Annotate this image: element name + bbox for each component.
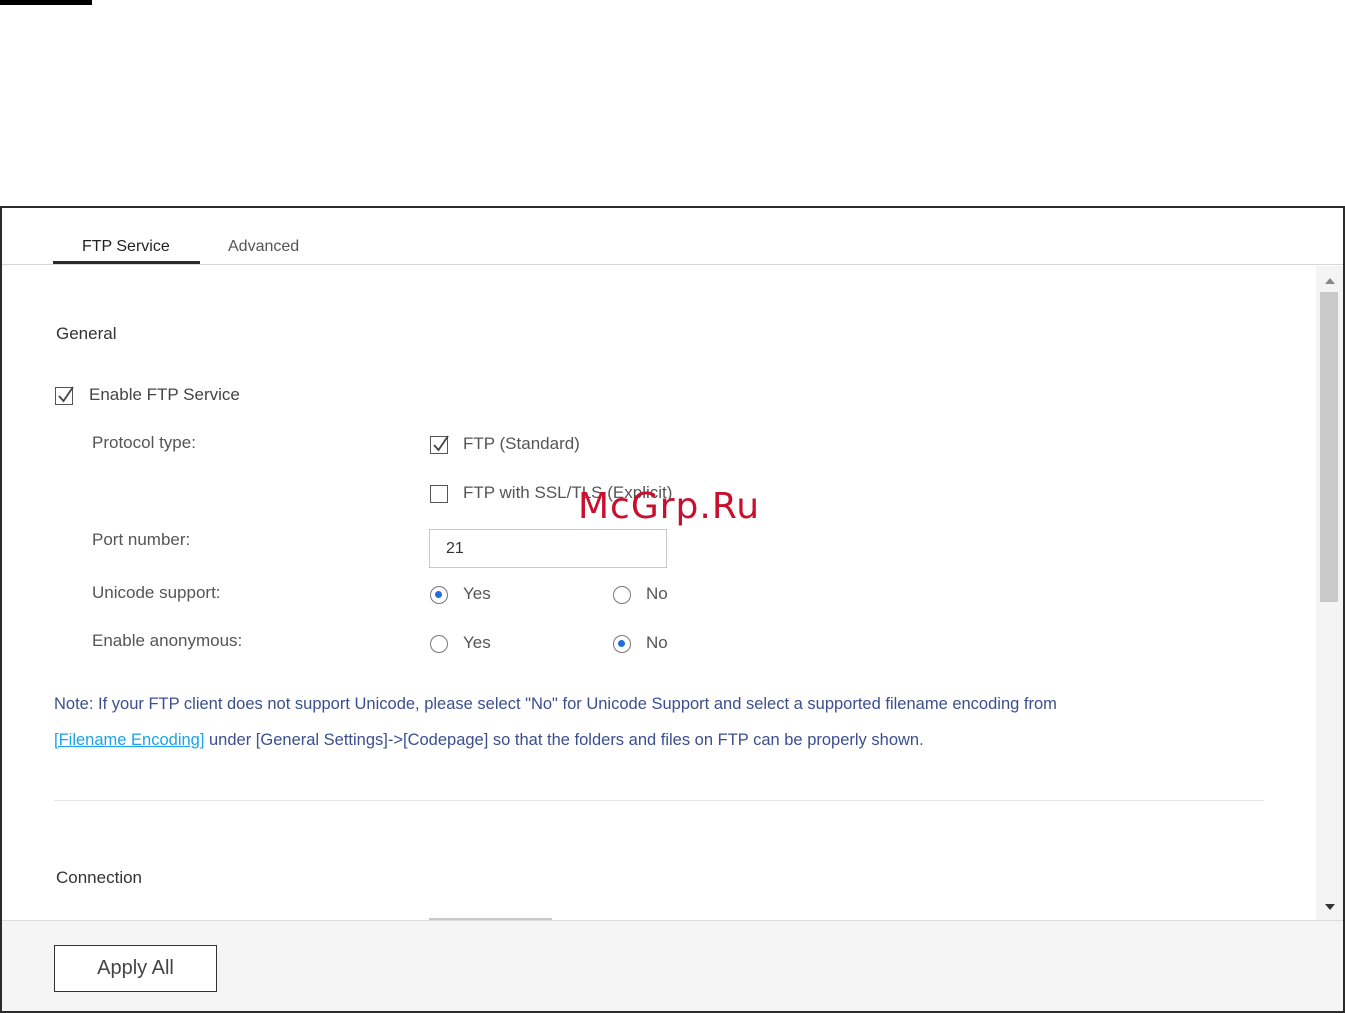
note-text-suffix: under [General Settings]->[Codepage] so …	[204, 731, 924, 749]
ftp-standard-label: FTP (Standard)	[463, 434, 580, 453]
radio-selected-dot	[618, 640, 625, 647]
footer-bar: Apply All	[2, 920, 1343, 1011]
radio-selected-dot	[435, 591, 442, 598]
tab-bar: FTP Service Advanced	[2, 208, 1343, 265]
ftp-ssl-tls-label: FTP with SSL/TLS (Explicit)	[463, 483, 673, 502]
unicode-no-label: No	[646, 584, 668, 603]
anonymous-no-radio[interactable]	[613, 635, 631, 653]
unicode-yes-radio[interactable]	[430, 586, 448, 604]
apply-all-button[interactable]: Apply All	[54, 945, 217, 992]
corner-mark	[0, 0, 92, 5]
ftp-ssl-tls-checkbox[interactable]	[430, 485, 448, 503]
enable-ftp-label: Enable FTP Service	[89, 385, 240, 404]
unicode-no-radio[interactable]	[613, 586, 631, 604]
anonymous-yes-label: Yes	[463, 633, 491, 652]
section-divider	[54, 800, 1264, 801]
unicode-yes-label: Yes	[463, 584, 491, 603]
anonymous-yes-radio[interactable]	[430, 635, 448, 653]
unicode-support-label: Unicode support:	[92, 583, 221, 602]
scroll-down-arrow-icon[interactable]	[1325, 904, 1335, 910]
note-text: Note: If your FTP client does not suppor…	[54, 695, 1057, 713]
port-number-input[interactable]: 21	[429, 529, 667, 568]
filename-encoding-link[interactable]: [Filename Encoding]	[54, 731, 204, 749]
active-tab-indicator	[53, 261, 200, 264]
checkmark-icon	[58, 386, 74, 403]
tab-advanced[interactable]: Advanced	[228, 238, 299, 256]
scrollbar-thumb[interactable]	[1320, 292, 1338, 602]
checkmark-icon	[433, 435, 449, 452]
ftp-settings-window: FTP Service Advanced General Enable FTP …	[0, 206, 1345, 1013]
ftp-standard-checkbox[interactable]	[430, 435, 449, 454]
vertical-scrollbar[interactable]	[1316, 266, 1343, 920]
connection-section-title: Connection	[56, 868, 143, 887]
tab-ftp-service[interactable]: FTP Service	[82, 238, 170, 256]
enable-ftp-checkbox[interactable]	[55, 386, 74, 405]
unicode-note: Note: If your FTP client does not suppor…	[54, 686, 1254, 758]
settings-content: General Enable FTP Service Protocol type…	[2, 266, 1312, 920]
scroll-up-arrow-icon[interactable]	[1325, 278, 1335, 284]
protocol-type-label: Protocol type:	[92, 433, 196, 452]
general-section-title: General	[56, 324, 117, 343]
port-number-label: Port number:	[92, 530, 191, 549]
anonymous-no-label: No	[646, 633, 668, 652]
enable-anonymous-label: Enable anonymous:	[92, 631, 243, 650]
